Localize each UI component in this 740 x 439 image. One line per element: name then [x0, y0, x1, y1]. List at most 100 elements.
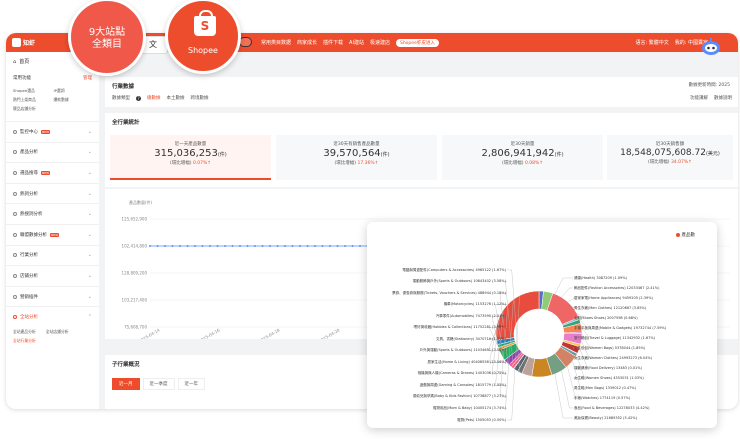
common-link[interactable]: 競品店鋪分析 [13, 106, 52, 112]
pie-label: 機車(Motorcycles) 1153276 (1.12%) [443, 302, 506, 307]
top-right: 语言: 繁體中文 我的: 中國賣家 [635, 33, 708, 52]
stat-card[interactable]: 近一天產品數量 315,036,253(件) (環比增幅) 0.07%↑ [110, 135, 271, 180]
shop-icon [13, 273, 17, 278]
common-link[interactable]: 爆款數據 [54, 97, 93, 103]
data-point[interactable] [269, 245, 271, 247]
nav-item-plugin[interactable]: 插件下载 [323, 39, 343, 46]
data-point[interactable] [336, 245, 339, 247]
new-badge: NEW [41, 170, 51, 175]
data-point[interactable] [246, 245, 249, 247]
data-point[interactable] [149, 245, 151, 247]
data-point[interactable] [329, 245, 331, 247]
stat-change-label: (環比增幅) [648, 160, 670, 165]
sidebar-subitem-active[interactable]: 全站行業分析 [6, 337, 99, 345]
affiliate-icon [13, 232, 17, 237]
sidebar-item-search[interactable]: 選品搜尋 NEW ⌄ [6, 162, 99, 183]
data-point[interactable] [209, 245, 211, 247]
common-functions-header: 常用功能 管理 [6, 71, 99, 85]
sidebar-item-global[interactable]: 全站分析 ⌃ [6, 306, 99, 327]
data-point[interactable] [194, 245, 196, 247]
feature-explain-button[interactable]: 功能講解 [690, 95, 708, 101]
data-point[interactable] [201, 245, 204, 247]
leader-line [554, 277, 573, 295]
help-icon[interactable]: ? [136, 95, 141, 101]
sidebar-item-hotsearch[interactable]: 熱搜詞分析 ⌄ [6, 203, 99, 224]
assistant-robot-icon[interactable] [700, 36, 722, 58]
data-point[interactable] [231, 245, 234, 247]
data-point[interactable] [224, 245, 226, 247]
sidebar-item-industry[interactable]: 行業分析 ⌄ [6, 244, 99, 266]
tab-local[interactable]: 本土數據 [167, 95, 185, 101]
sidebar-subitem[interactable]: 全站產品分析 [13, 329, 36, 335]
data-point[interactable] [156, 245, 159, 247]
data-point[interactable] [171, 245, 174, 247]
data-point[interactable] [216, 245, 219, 247]
data-point[interactable] [314, 245, 316, 247]
data-point[interactable] [344, 245, 346, 247]
stat-unit: (件) [217, 152, 227, 158]
tab-month[interactable]: 近一月 [112, 378, 140, 390]
tab-quarter[interactable]: 近一季度 [142, 378, 175, 390]
manage-link[interactable]: 管理 [83, 75, 92, 81]
nav-item-growth[interactable]: 商家成长 [297, 39, 317, 46]
data-point[interactable] [186, 245, 189, 247]
data-point[interactable] [164, 245, 166, 247]
new-badge: NEW [50, 232, 60, 237]
arrow-up-icon: ↑ [374, 161, 379, 166]
tab-crossborder[interactable]: 跨境數據 [191, 95, 209, 101]
stat-title: 近30天有銷售產品數量 [333, 142, 380, 147]
sidebar-item-keywords[interactable]: 熱詞分析 ⌄ [6, 182, 99, 204]
pie-label: 旅行箱包(Travel & Luggage) 11342932 (1.67%) [574, 335, 656, 340]
data-point[interactable] [321, 245, 324, 247]
stat-value: 18,548,075,608.72 [620, 148, 706, 158]
nav-item-ai[interactable]: AI建站 [349, 39, 364, 46]
pie-legend[interactable]: 產品數 [675, 232, 695, 238]
data-point[interactable] [299, 245, 301, 247]
shopee-enter-button[interactable]: Shopee虾皮进入 [395, 38, 439, 47]
nav-item-store[interactable]: 极速建店 [370, 39, 390, 46]
data-point[interactable] [284, 245, 286, 247]
translate-glyph: 文 [149, 40, 157, 49]
tab-total[interactable]: 總數據 [147, 95, 161, 101]
search-icon[interactable] [239, 37, 252, 47]
pie-label: 飾品配件(Fashion Accessories) 12033467 (2.41… [574, 285, 660, 290]
stat-card[interactable]: 近30天銷售額 18,548,075,608.72(美元) (環比增幅) 34.… [607, 135, 733, 180]
data-point[interactable] [291, 245, 294, 247]
data-point[interactable] [351, 245, 354, 247]
data-point[interactable] [306, 245, 309, 247]
data-point[interactable] [359, 245, 361, 247]
stat-title: 近30天銷售額 [655, 142, 685, 147]
sidebar-item-label: 營銷插件 [20, 294, 38, 300]
sites-badge: 9大站點 全類目 [68, 0, 146, 76]
data-point[interactable] [239, 245, 241, 247]
data-explain-button[interactable]: 數據說明 [714, 95, 732, 101]
sidebar-subitem[interactable]: 全站店鋪分析 [46, 329, 69, 335]
shopping-bag-icon: S [194, 10, 216, 36]
sidebar: ⌂ 首頁 常用功能 管理 Shopee選品 IP選詞 熱門上架商品 爆款數據 競… [6, 52, 99, 409]
stat-change: 0.07% [192, 161, 208, 166]
common-link[interactable]: 熱門上架商品 [13, 97, 52, 103]
arrow-up-icon: ↑ [207, 161, 212, 166]
legend-dot-icon [675, 233, 680, 237]
y-tick-label: 102,414,800 [122, 244, 148, 249]
language-select[interactable]: 语言: 繁體中文 [635, 39, 668, 46]
pie-label: 居家家電(Home Appliances) 9459205 (2.39%) [574, 295, 653, 300]
tab-year[interactable]: 近一年 [177, 378, 205, 390]
logo[interactable]: 知虾 [12, 38, 35, 47]
data-point[interactable] [261, 245, 264, 247]
data-point[interactable] [276, 245, 279, 247]
sidebar-item-monitor[interactable]: 監控中心 NEW ⌄ [6, 121, 99, 142]
sidebar-item-marketing[interactable]: 營銷插件 ⌄ [6, 285, 99, 307]
stat-card[interactable]: 近30天銷量 2,806,941,942(件) (環比增幅) 0.08%↑ [442, 135, 603, 180]
sidebar-item-shop[interactable]: 店鋪分析 ⌄ [6, 265, 99, 286]
x-tick-label: 2025-04-18 [258, 327, 281, 339]
sidebar-item-product[interactable]: 產品分析 ⌄ [6, 141, 99, 163]
common-link[interactable]: IP選詞 [54, 88, 93, 94]
data-point[interactable] [254, 245, 256, 247]
sidebar-item-affiliate[interactable]: 聯盟數據分析 NEW ⌄ [6, 223, 99, 245]
stat-card[interactable]: 近30天有銷售產品數量 39,570,564(件) (環比增幅) 17.36%↑ [276, 135, 437, 180]
nav-item-category[interactable]: 常用类目数据 [261, 39, 291, 46]
common-link[interactable]: Shopee選品 [13, 88, 52, 94]
data-point[interactable] [179, 245, 181, 247]
overview-title: 全行業統計 [112, 120, 140, 126]
